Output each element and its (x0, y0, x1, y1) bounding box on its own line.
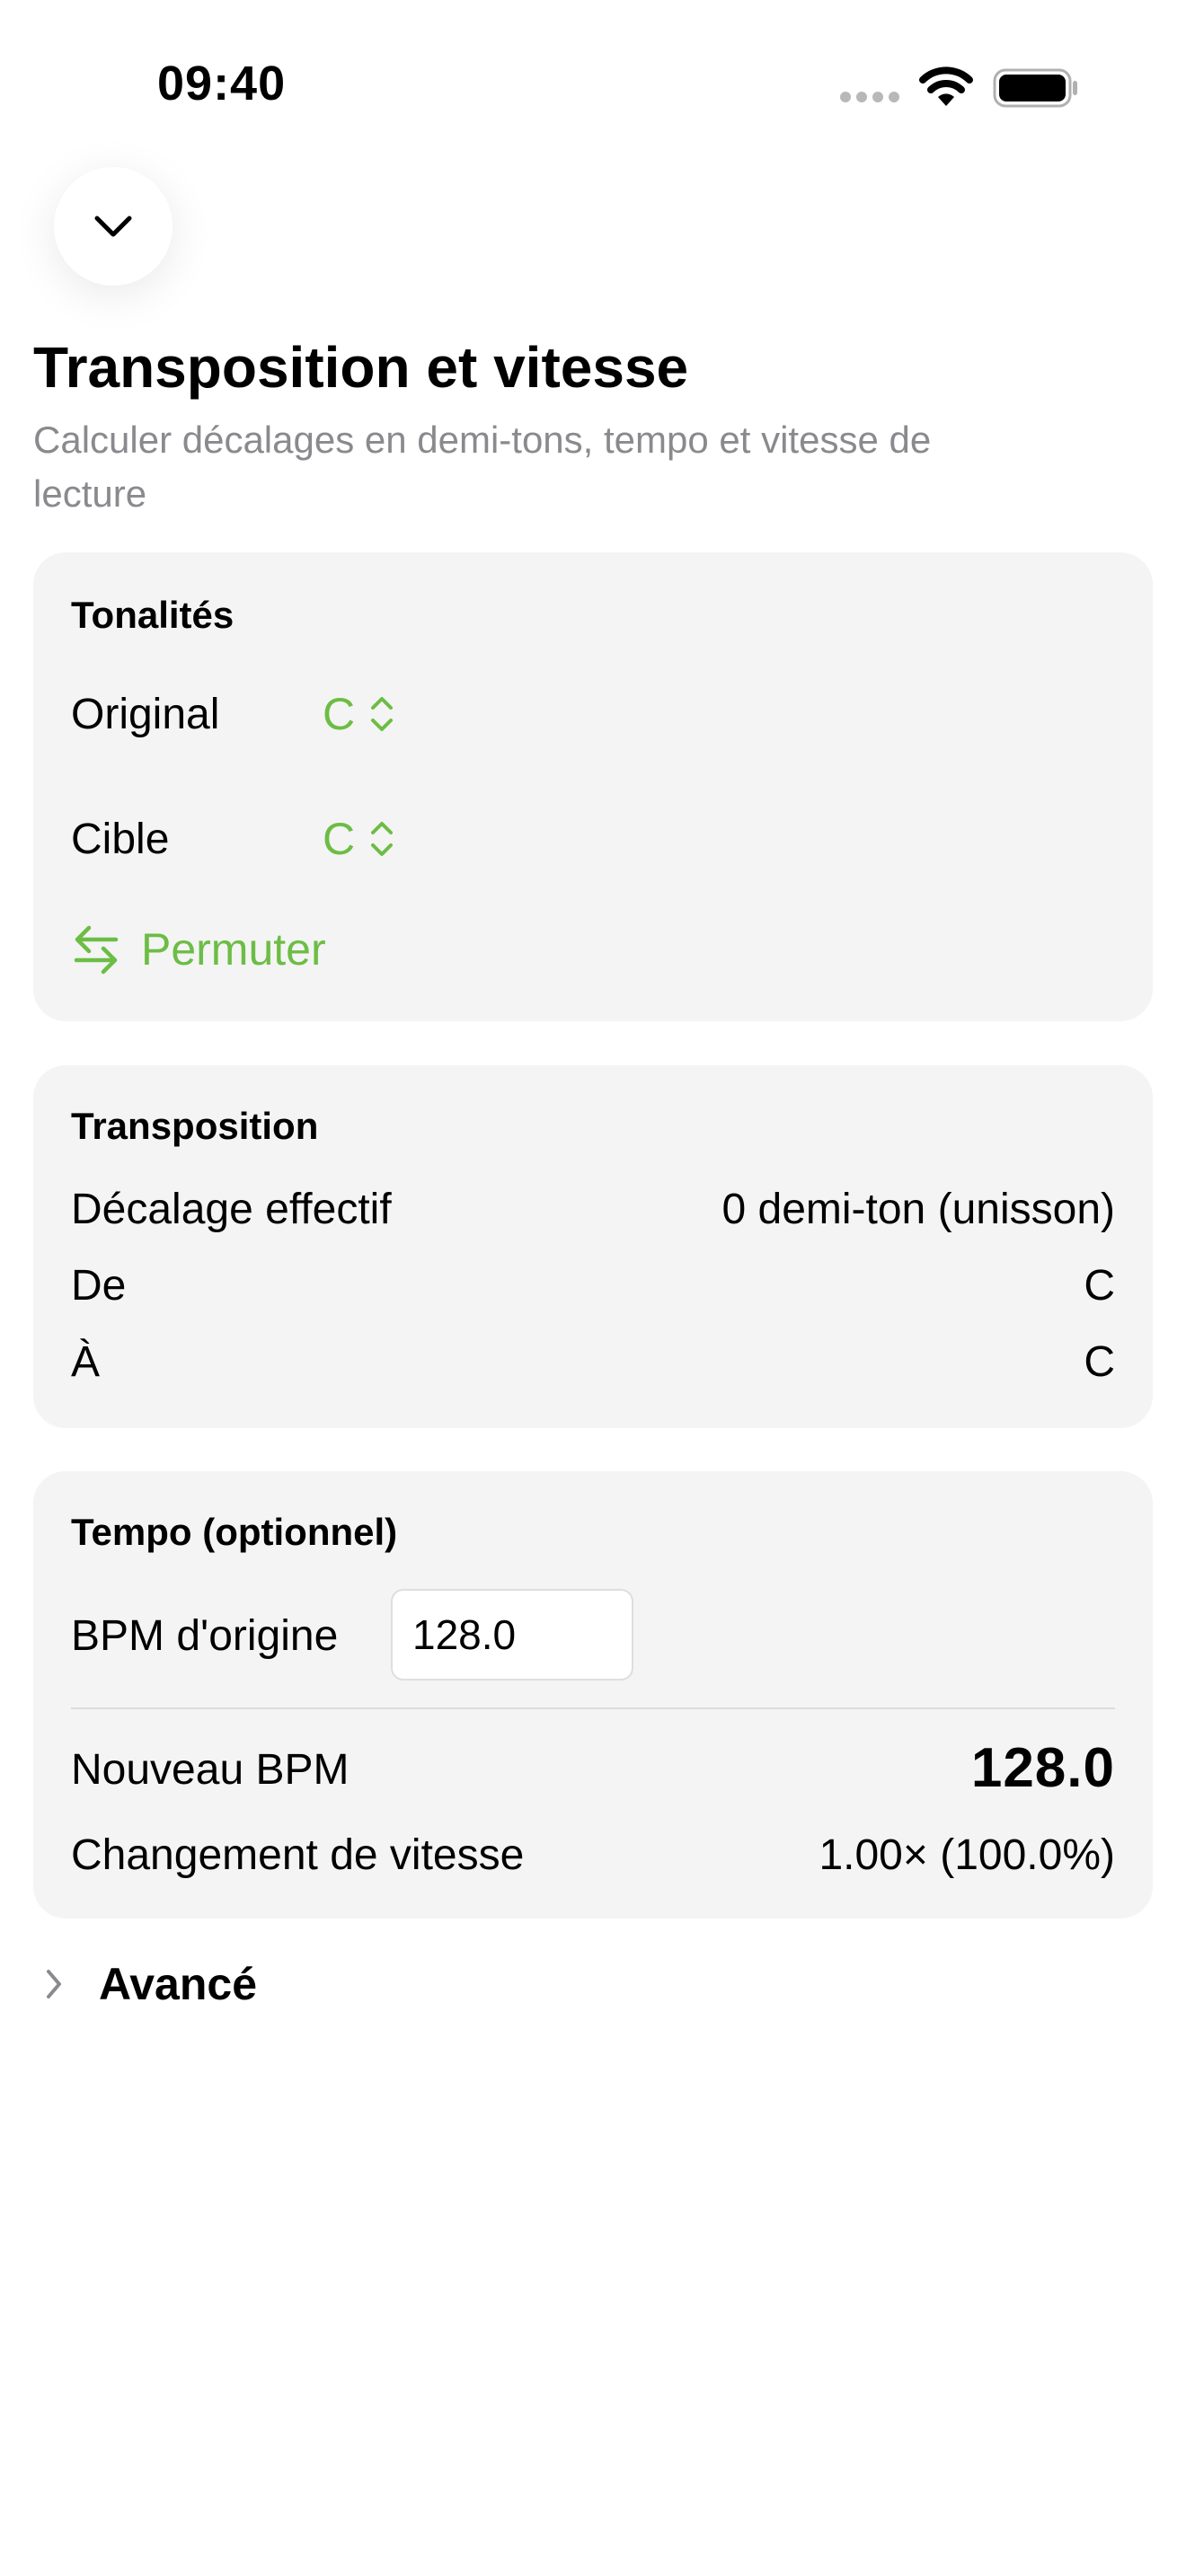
original-bpm-input[interactable] (391, 1589, 633, 1681)
transposition-card: Transposition Décalage effectif 0 demi-t… (33, 1065, 1153, 1428)
swap-label: Permuter (141, 924, 326, 975)
cellular-signal-icon (840, 92, 899, 102)
chevron-up-down-icon (371, 697, 394, 731)
original-key-label: Original (71, 691, 220, 738)
wifi-icon (919, 66, 973, 106)
status-bar: 09:40 (0, 0, 1186, 171)
collapse-button[interactable] (54, 167, 173, 286)
new-bpm-value: 128.0 (970, 1737, 1115, 1799)
tempo-card: Tempo (optionnel) BPM d'origine Nouveau … (33, 1471, 1153, 1919)
effective-shift-value: 0 demi-ton (unisson) (721, 1186, 1115, 1233)
tempo-card-heading: Tempo (optionnel) (71, 1511, 398, 1553)
page-title: Transposition et vitesse (33, 335, 689, 400)
from-key-value: C (1084, 1262, 1115, 1310)
transposition-card-heading: Transposition (71, 1105, 319, 1147)
target-key-value: C (323, 814, 356, 864)
speed-change-label: Changement de vitesse (71, 1831, 525, 1879)
advanced-label: Avancé (99, 1959, 258, 2009)
chevron-down-icon (94, 216, 132, 237)
speed-change-value: 1.00× (100.0%) (819, 1831, 1115, 1879)
effective-shift-label: Décalage effectif (71, 1186, 392, 1233)
status-time: 09:40 (157, 57, 287, 110)
swap-arrows-icon (74, 925, 119, 975)
page-subtitle: Calculer décalages en demi-tons, tempo e… (33, 419, 932, 515)
swap-button[interactable]: Permuter (71, 922, 326, 976)
keys-card: Tonalités Original C Cible C Permuter (33, 552, 1153, 1021)
original-key-picker[interactable]: C (323, 688, 394, 740)
original-bpm-label: BPM d'origine (71, 1612, 339, 1660)
chevron-right-icon (47, 1970, 61, 1998)
target-key-picker[interactable]: C (323, 813, 394, 865)
keys-card-heading: Tonalités (71, 594, 235, 636)
battery-icon (993, 68, 1077, 108)
target-key-label: Cible (71, 816, 170, 863)
new-bpm-label: Nouveau BPM (71, 1746, 350, 1794)
to-key-label: À (71, 1338, 101, 1386)
advanced-disclosure[interactable]: Avancé (45, 1958, 257, 2010)
original-key-value: C (323, 689, 356, 739)
tempo-divider (71, 1707, 1115, 1709)
from-key-label: De (71, 1262, 127, 1310)
to-key-value: C (1084, 1338, 1115, 1386)
chevron-up-down-icon (371, 822, 394, 856)
